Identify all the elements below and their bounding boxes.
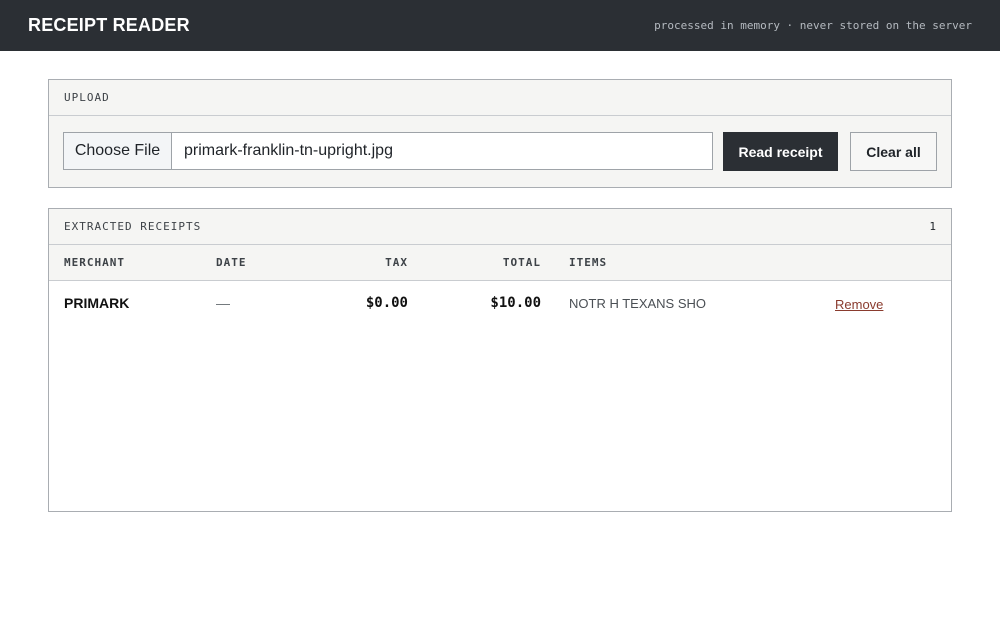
table-header: MERCHANT DATE TAX TOTAL ITEMS [49,245,951,281]
privacy-tagline: processed in memory · never stored on th… [654,19,972,32]
column-date: DATE [216,256,247,269]
read-receipt-button[interactable]: Read receipt [723,132,838,171]
column-items: ITEMS [569,256,608,269]
choose-file-button[interactable]: Choose File [64,133,172,169]
upload-controls: Choose File primark-franklin-tn-upright.… [63,132,937,172]
column-merchant: MERCHANT [64,256,125,269]
receipt-count: 1 [929,220,936,233]
receipts-section-label: EXTRACTED RECEIPTS [64,220,202,233]
receipt-items: NOTR H TEXANS SHO [569,296,707,311]
clear-all-button[interactable]: Clear all [850,132,937,171]
upload-panel: UPLOAD Choose File primark-franklin-tn-u… [48,79,952,188]
top-bar: RECEIPT READER processed in memory · nev… [0,0,1000,51]
column-total: TOTAL [502,256,541,269]
receipt-merchant: PRIMARK [64,295,130,311]
upload-section-label: UPLOAD [64,91,110,104]
file-input[interactable]: Choose File primark-franklin-tn-upright.… [63,132,713,170]
receipts-header: EXTRACTED RECEIPTS 1 [49,209,951,245]
table-row: PRIMARK — $0.00 $10.00 NOTR H TEXANS SHO… [49,281,951,327]
receipt-date: — [216,295,230,311]
receipts-panel: EXTRACTED RECEIPTS 1 MERCHANT DATE TAX T… [48,208,952,512]
selected-file-name: primark-franklin-tn-upright.jpg [184,142,393,159]
remove-receipt-link[interactable]: Remove [835,297,883,312]
app-title: RECEIPT READER [28,15,190,35]
receipt-tax: $0.00 [365,295,408,311]
column-tax: TAX [385,256,408,269]
receipt-total: $10.00 [490,295,541,311]
upload-header: UPLOAD [49,80,951,116]
